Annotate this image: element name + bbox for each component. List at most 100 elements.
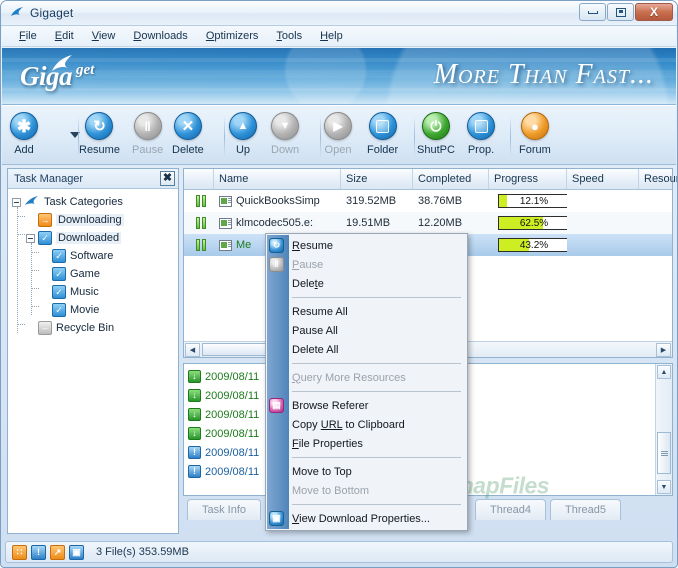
- context-menu-item-label: Pause: [292, 258, 324, 271]
- banner-tagline: More Than Fast...: [433, 59, 654, 90]
- file-icon: [219, 239, 232, 251]
- maximize-button[interactable]: [607, 3, 634, 21]
- column-header-name[interactable]: Name: [214, 169, 341, 189]
- menu-help[interactable]: Help: [311, 28, 352, 44]
- sidebar-item-music[interactable]: ✓ Music: [12, 283, 178, 301]
- menu-view[interactable]: View: [83, 28, 125, 44]
- list-item[interactable]: ↓ 2009/08/11: [184, 386, 272, 405]
- minimize-button[interactable]: [579, 3, 606, 21]
- toolbar-button-label: Resume: [79, 144, 120, 156]
- context-menu-item-copy-url-to-clipboard[interactable]: Copy URL to Clipboard: [266, 415, 467, 434]
- toolbar-prop-button[interactable]: Prop.: [467, 112, 495, 162]
- menu-edit[interactable]: Edit: [46, 28, 83, 44]
- scroll-left-button[interactable]: ◀: [185, 342, 200, 357]
- scroll-right-button[interactable]: ▶: [656, 342, 671, 357]
- tree-toggle-minus-icon[interactable]: [12, 197, 21, 207]
- brand-banner: Giga get More Than Fast...: [2, 48, 676, 105]
- toolbar-button-label: Up: [235, 144, 251, 156]
- context-menu-item-label: Copy URL to Clipboard: [292, 418, 405, 431]
- list-item[interactable]: ↓ 2009/08/11: [184, 424, 272, 443]
- list-item[interactable]: ↓ 2009/08/11: [184, 367, 272, 386]
- toolbar-add-button[interactable]: ✱ Add: [10, 112, 38, 162]
- scroll-thumb[interactable]: [657, 432, 671, 474]
- context-menu-item-move-to-top[interactable]: Move to Top: [266, 462, 467, 481]
- toolbar-folder-button[interactable]: Folder: [367, 112, 398, 162]
- scroll-down-button[interactable]: ▼: [657, 480, 671, 494]
- close-x-icon: ✕: [173, 112, 202, 140]
- browser-page-icon: ▤: [269, 398, 284, 413]
- context-menu-item-pause-all[interactable]: Pause All: [266, 321, 467, 340]
- sidebar-item-downloading[interactable]: → Downloading: [12, 211, 178, 229]
- properties-blue-icon[interactable]: ▣: [69, 544, 84, 560]
- column-header-speed[interactable]: Speed: [567, 169, 639, 189]
- task-list-header: NameSizeCompletedProgressSpeedResource: [184, 169, 677, 190]
- toolbar-button-label: Open: [324, 144, 352, 156]
- log-vertical-scrollbar[interactable]: ▲ ▼: [655, 364, 672, 495]
- tab-thread4[interactable]: Thread4: [475, 499, 547, 520]
- context-menu-item-label: Browse Referer: [292, 399, 369, 412]
- properties-icon: [467, 112, 495, 140]
- gigaget-main-window: Gigaget X File Edit View Downloads Optimizer…: [0, 0, 678, 568]
- context-menu-item-browse-referer[interactable]: ▤ Browse Referer: [266, 396, 467, 415]
- scroll-up-button[interactable]: ▲: [657, 365, 671, 379]
- menu-tools[interactable]: Tools: [267, 28, 311, 44]
- sidebar-item-task-categories[interactable]: Task Categories: [12, 193, 178, 211]
- sidebar-item-game[interactable]: ✓ Game: [12, 265, 178, 283]
- context-menu-item-resume-all[interactable]: Resume All: [266, 302, 467, 321]
- sidebar-item-software[interactable]: ✓ Software: [12, 247, 178, 265]
- column-header-resource[interactable]: Resource: [639, 169, 677, 189]
- tree-toggle-minus-icon[interactable]: [26, 233, 35, 243]
- toolbar-up-button[interactable]: ▲ Up: [229, 112, 257, 162]
- title-bar: Gigaget X: [1, 1, 677, 26]
- resume-arrow-icon: ↻: [85, 112, 114, 140]
- context-menu-item-label: Resume All: [292, 305, 348, 318]
- menu-separator: [292, 363, 461, 364]
- list-item[interactable]: ! 2009/08/11: [184, 443, 272, 462]
- tree-connector: [17, 234, 25, 235]
- context-menu-item-resume[interactable]: ↻ Resume: [266, 236, 467, 255]
- export-orange-icon[interactable]: ↗: [50, 544, 65, 560]
- sidebar-item-label: Game: [70, 268, 100, 280]
- context-menu-item-file-properties[interactable]: File Properties: [266, 434, 467, 453]
- log-date: 2009/08/11: [205, 465, 260, 478]
- sidebar-item-label: Downloading: [56, 214, 124, 226]
- column-header-completed[interactable]: Completed: [413, 169, 489, 189]
- tasks-orange-icon[interactable]: ∷: [12, 544, 27, 560]
- tree-connector: [31, 243, 32, 315]
- toolbar-delete-button[interactable]: ✕ Delete: [172, 112, 204, 162]
- gigaget-bird-icon: [9, 5, 26, 22]
- row-size-cell: 19.51MB: [346, 217, 391, 229]
- tab-task-info[interactable]: Task Info: [187, 499, 262, 520]
- context-menu-item-delete-all[interactable]: Delete All: [266, 340, 467, 359]
- sidebar-item-recycle-bin[interactable]: – Recycle Bin: [12, 319, 178, 337]
- table-row[interactable]: QuickBooksSimp 319.52MB 38.76MB 12.1%: [184, 190, 672, 212]
- menu-separator: [292, 391, 461, 392]
- close-panel-button[interactable]: ✖: [160, 171, 175, 186]
- close-x-icon: X: [649, 5, 658, 19]
- toolbar-shutpc-button[interactable]: ⏻ ShutPC: [417, 112, 455, 162]
- sidebar-item-movie[interactable]: ✓ Movie: [12, 301, 178, 319]
- menu-optimizers[interactable]: Optimizers: [197, 28, 268, 44]
- tab-thread5[interactable]: Thread5: [550, 499, 621, 520]
- column-header-status[interactable]: [184, 169, 214, 189]
- task-manager-header: Task Manager ✖: [8, 169, 178, 189]
- row-size-cell: 319.52MB: [346, 195, 397, 207]
- context-menu-item-view-download-properties[interactable]: ▣ View Download Properties...: [266, 509, 467, 528]
- downloaded-check-icon: ✓: [38, 231, 52, 245]
- column-header-size[interactable]: Size: [341, 169, 413, 189]
- log-date-column: ↓ 2009/08/11 ↓ 2009/08/11 ↓ 2009/08/11 ↓ 2009/0…: [184, 367, 272, 481]
- context-menu-item-delete[interactable]: Delete: [266, 274, 467, 293]
- menu-file[interactable]: File: [10, 28, 46, 44]
- column-header-progress[interactable]: Progress: [489, 169, 567, 189]
- toolbar-forum-button[interactable]: ● Forum: [519, 112, 551, 162]
- toolbar-resume-button[interactable]: ↻ Resume: [79, 112, 120, 162]
- log-date: 2009/08/11: [205, 446, 260, 459]
- menu-downloads[interactable]: Downloads: [124, 28, 196, 44]
- close-button[interactable]: X: [635, 3, 673, 21]
- list-item[interactable]: ! 2009/08/11: [184, 462, 272, 481]
- row-status-cell: [184, 195, 214, 207]
- table-row[interactable]: klmcodec505.e: 19.51MB 12.20MB 62.5%: [184, 212, 672, 234]
- sidebar-item-downloaded[interactable]: ✓ Downloaded: [12, 229, 178, 247]
- list-item[interactable]: ↓ 2009/08/11: [184, 405, 272, 424]
- info-blue-icon[interactable]: !: [31, 544, 46, 560]
